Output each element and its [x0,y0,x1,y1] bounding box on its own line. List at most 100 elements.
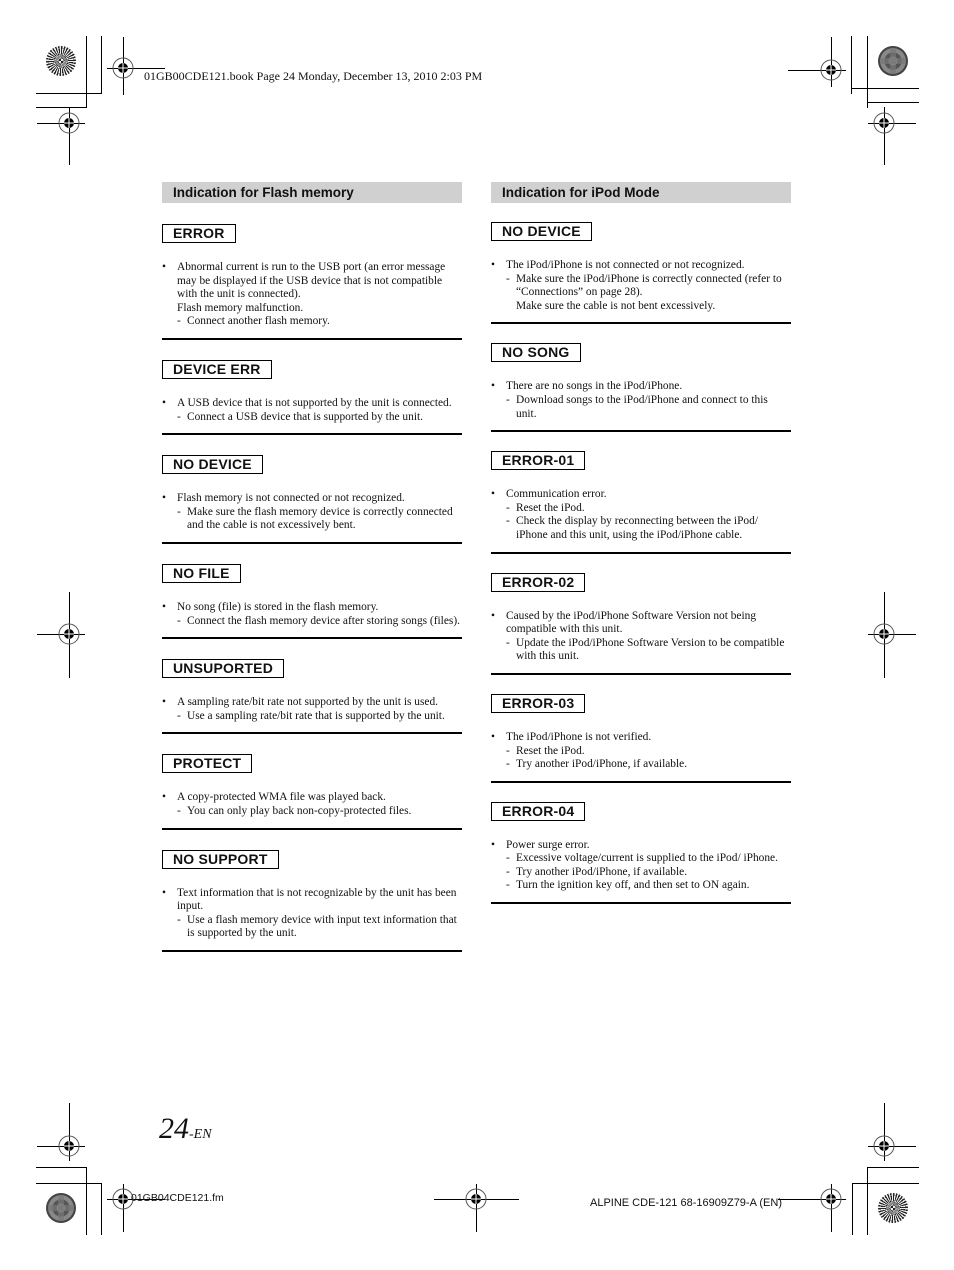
error-entry: NO SONG • There are no songs in the iPod/i… [491,343,791,433]
bullet-icon: • [491,488,495,501]
section-divider [491,780,791,783]
bullet-icon: • [162,791,166,804]
error-code-label: ERROR-02 [491,572,586,592]
entry-list: ERROR • Abnormal current is run to the USB… [162,224,462,952]
error-code-label: DEVICE ERR [162,359,272,379]
remedy-item: - Update the iPod/iPhone Software Version… [506,637,791,664]
error-entry: DEVICE ERR • A USB device that is not supp… [162,359,462,436]
remedy-item: - Use a sampling rate/bit rate that is su… [177,710,462,724]
error-entry: NO DEVICE • The iPod/iPhone is not connect… [491,222,791,325]
section-divider [491,672,791,675]
remedy-text: Reset the iPod. [516,744,585,757]
remedy-text: Update the iPod/iPhone Software Version … [516,636,785,663]
remedy-text: Turn the ignition key off, and then set … [516,879,750,892]
cause-item: • Caused by the iPod/iPhone Software Vers… [491,610,791,664]
book-header: 01GB00CDE121.book Page 24 Monday, Decemb… [144,69,483,83]
dash-icon: - [506,865,510,878]
ipod-mode-section: Indication for iPod Mode NO DEVICE • The i… [491,182,791,905]
error-code-label: ERROR-01 [491,451,586,471]
error-code-label: PROTECT [162,754,253,774]
dash-icon: - [506,758,510,771]
cause-item: • A USB device that is not supported by t… [162,397,462,424]
cause-item: • Text information that is not recognizab… [162,887,462,941]
section-title: Indication for Flash memory [162,182,462,203]
remedy-text: You can only play back non-copy-protecte… [187,804,412,817]
cause-item: • Abnormal current is run to the USB port… [162,261,462,329]
error-entry: UNSUPORTED • A sampling rate/bit rate not … [162,659,462,735]
cause-text: Flash memory is not connected or not rec… [177,492,405,505]
dash-icon: - [177,709,181,722]
bullet-icon: • [162,396,166,409]
bullet-icon: • [491,730,495,743]
cause-item: • The iPod/iPhone is not connected or not… [491,259,791,313]
remedy-text: Use a flash memory device with input tex… [187,913,457,940]
page-number-value: 24 [159,1112,189,1145]
remedy-text: Make sure the flash memory device is cor… [187,505,453,532]
section-divider [491,551,791,554]
remedy-text: Make sure the iPod/iPhone is correctly c… [516,272,782,312]
section-divider [162,949,462,952]
remedy-text: Connect the flash memory device after st… [187,614,460,627]
cause-text: There are no songs in the iPod/iPhone. [506,380,683,393]
dash-icon: - [506,272,510,285]
section-title: Indication for iPod Mode [491,182,791,203]
bullet-icon: • [162,600,166,613]
remedy-item: - Download songs to the iPod/iPhone and c… [506,394,791,421]
cause-item: • There are no songs in the iPod/iPhone. -… [491,380,791,421]
error-code-label: NO FILE [162,563,241,583]
cause-item: • Power surge error. - Excessive voltage/cu… [491,839,791,893]
dash-icon: - [506,852,510,865]
bullet-icon: • [491,380,495,393]
error-code-label: ERROR [162,224,236,243]
color-target-icon [46,1193,76,1223]
error-entry: NO FILE • No song (file) is stored in the … [162,563,462,640]
error-entry: ERROR • Abnormal current is run to the USB… [162,224,462,340]
flash-memory-section: Indication for Flash memory ERROR • Abnorm… [162,182,462,952]
cause-text: A sampling rate/bit rate not supported b… [177,696,438,709]
page-number: 24-EN [159,1112,212,1146]
remedy-item: - Turn the ignition key off, and then set… [506,879,791,893]
dash-icon: - [177,614,181,627]
error-entry: NO DEVICE • Flash memory is not connected … [162,455,462,544]
dash-icon: - [506,501,510,514]
dash-icon: - [506,515,510,528]
dash-icon: - [177,410,181,423]
error-code-label: UNSUPORTED [162,659,285,679]
section-divider [162,637,462,640]
error-entry: ERROR-04 • Power surge error. - Excessive vo… [491,801,791,905]
error-entry: ERROR-03 • The iPod/iPhone is not verified… [491,693,791,783]
remedy-item: - Try another iPod/iPhone, if available. [506,866,791,880]
cause-text: Caused by the iPod/iPhone Software Versi… [506,609,757,636]
remedy-item: - Try another iPod/iPhone, if available. [506,758,791,772]
cause-item: • Communication error. - Reset the iPod. - Ch… [491,488,791,542]
dash-icon: - [177,505,181,518]
color-target-icon [46,46,76,76]
bullet-icon: • [491,259,495,271]
cause-text: The iPod/iPhone is not verified. [506,730,652,743]
cause-item: • The iPod/iPhone is not verified. - Reset … [491,731,791,772]
dash-icon: - [506,879,510,892]
section-divider [162,337,462,340]
dash-icon: - [177,913,181,926]
remedy-item: - You can only play back non-copy-protect… [177,805,462,819]
remedy-text: Try another iPod/iPhone, if available. [516,758,688,771]
remedy-item: - Connect a USB device that is supported … [177,411,462,425]
bullet-icon: • [162,261,166,273]
section-divider [491,902,791,905]
remedy-text: Use a sampling rate/bit rate that is sup… [187,709,445,722]
remedy-text: Reset the iPod. [516,501,585,514]
dash-icon: - [177,315,181,328]
error-code-label: NO DEVICE [491,222,592,241]
footer-model-line: ALPINE CDE-121 68-16909Z79-A (EN) [590,1197,782,1209]
error-entry: NO SUPPORT • Text information that is not … [162,849,462,952]
cause-text: Abnormal current is run to the USB port … [177,261,446,301]
bullet-icon: • [162,696,166,709]
cause-text: A copy-protected WMA file was played bac… [177,791,386,804]
bullet-icon: • [491,838,495,851]
cause-item: • Flash memory is not connected or not re… [162,492,462,533]
cause-text: The iPod/iPhone is not connected or not … [506,259,745,271]
cause-extra-text: Flash memory malfunction. [177,301,304,314]
section-divider [162,541,462,544]
remedy-item: - Reset the iPod. [506,502,791,516]
error-entry: ERROR-02 • Caused by the iPod/iPhone Softw… [491,572,791,675]
